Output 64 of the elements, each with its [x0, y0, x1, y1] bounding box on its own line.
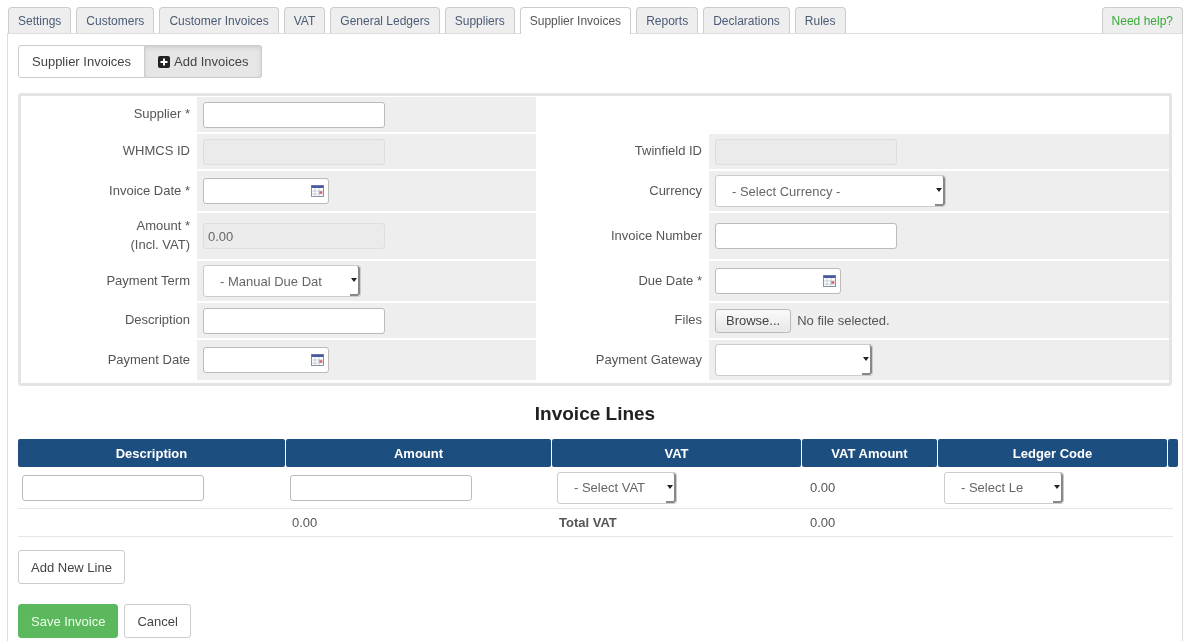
table-cell-text: 0.00	[809, 515, 836, 530]
tab[interactable]: Reports	[636, 7, 699, 33]
field-label: Supplier *	[133, 105, 190, 124]
add-line-button[interactable]: Add New Line	[18, 550, 125, 584]
tab[interactable]: General Ledgers	[330, 7, 440, 33]
field-label: WHMCS ID	[122, 142, 190, 161]
tab[interactable]: Suppliers	[444, 7, 515, 33]
calendar-icon[interactable]	[823, 275, 836, 287]
sub-tab[interactable]: Supplier Invoices	[18, 45, 145, 78]
readonly-field[interactable]: 0.00	[203, 223, 385, 249]
date-field[interactable]	[203, 178, 329, 204]
select-field[interactable]: - Select Currency -	[715, 175, 946, 207]
select-field[interactable]: - Manual Due Dat	[203, 265, 361, 297]
column-header: VAT	[552, 439, 801, 467]
field-label: Invoice Date *	[109, 181, 190, 200]
field-label: (Incl. VAT)	[130, 236, 190, 254]
total-label: Total VAT	[558, 515, 617, 530]
cancel-button[interactable]: Cancel	[124, 604, 191, 638]
field-label: Currency	[649, 181, 702, 200]
section-title: Invoice Lines	[533, 403, 657, 425]
caret-icon	[1054, 484, 1060, 489]
file-status: No file selected.	[797, 313, 890, 328]
field-label: Twinfield ID	[634, 142, 702, 161]
field-label: Description	[124, 311, 190, 330]
tab[interactable]: VAT	[283, 7, 326, 33]
tab[interactable]: Customer Invoices	[159, 7, 279, 33]
caret-icon	[351, 278, 357, 282]
tab[interactable]: Declarations	[703, 7, 790, 33]
table-cell-text: 0.00	[291, 515, 318, 530]
table-cell-text: 0.00	[809, 480, 836, 495]
field-label: Files	[674, 311, 702, 330]
text-field[interactable]	[203, 101, 385, 128]
text-field[interactable]	[290, 474, 472, 501]
sub-tab[interactable]: Add Invoices	[145, 45, 263, 78]
field-label: Payment Date	[107, 350, 190, 369]
tab[interactable]: Rules	[794, 7, 846, 33]
column-header: Amount	[286, 439, 551, 467]
date-field[interactable]	[715, 268, 841, 294]
text-field[interactable]	[203, 307, 385, 334]
field-label: Invoice Number	[610, 226, 702, 245]
column-header: VAT Amount	[802, 439, 937, 467]
select-field[interactable]: - Select Le	[944, 471, 1064, 504]
select-field[interactable]	[715, 344, 873, 376]
select-field[interactable]: - Select VAT	[557, 471, 677, 504]
date-field[interactable]	[203, 347, 329, 373]
tab[interactable]: Settings	[8, 7, 72, 33]
tab[interactable]: Supplier Invoices	[519, 7, 632, 34]
text-field[interactable]	[715, 223, 897, 249]
calendar-icon[interactable]	[311, 185, 324, 197]
caret-icon	[667, 484, 673, 489]
caret-icon	[863, 357, 869, 361]
field-label: Payment Gateway	[595, 350, 702, 369]
field-label: Due Date *	[638, 271, 702, 290]
tab[interactable]: Customers	[76, 7, 155, 33]
field-label: Amount *	[136, 217, 190, 236]
column-header: Description	[18, 439, 285, 467]
text-field[interactable]	[22, 474, 204, 501]
plus-icon	[158, 55, 170, 68]
column-header: Ledger Code	[938, 439, 1167, 467]
field-label: Payment Term	[106, 271, 190, 290]
calendar-icon[interactable]	[311, 354, 324, 366]
column-header	[1168, 439, 1178, 467]
caret-icon	[936, 188, 942, 192]
browse-button[interactable]: Browse...	[715, 308, 792, 333]
